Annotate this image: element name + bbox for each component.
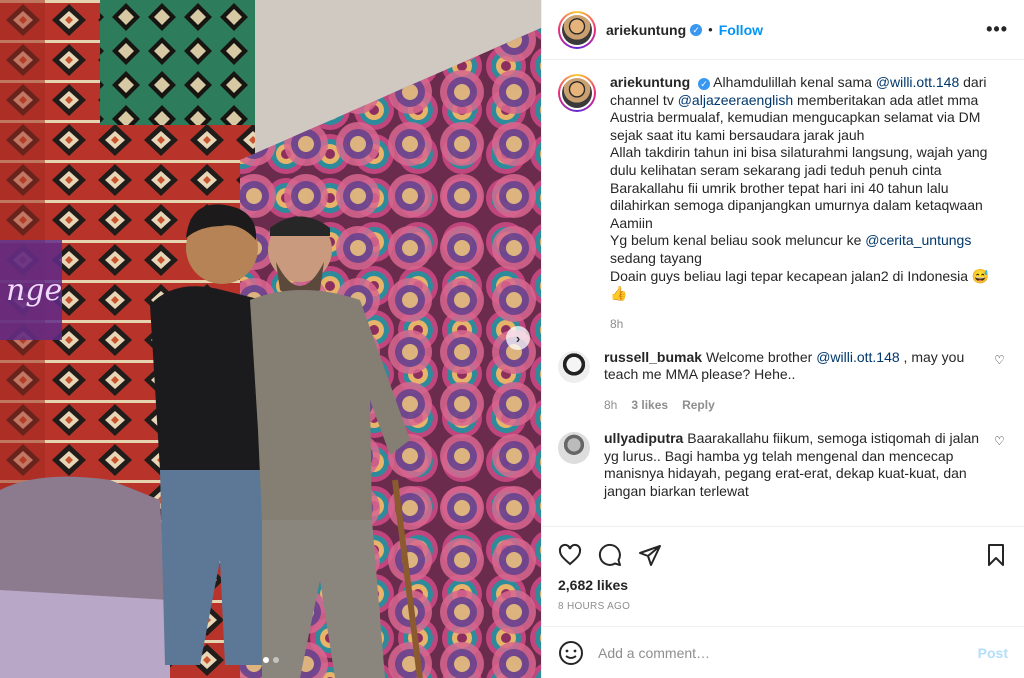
verified-icon: ✓ — [698, 78, 711, 90]
svg-text:nge: nge — [6, 273, 62, 308]
author-avatar[interactable] — [558, 10, 596, 49]
commenter-username[interactable]: ullyadiputra — [604, 430, 683, 446]
likes-count[interactable]: 2,682 likes — [558, 577, 1008, 593]
share-icon[interactable] — [638, 535, 678, 575]
reply-button[interactable]: Reply — [682, 398, 715, 412]
action-icons — [558, 535, 1008, 575]
more-icon[interactable]: ••• — [986, 19, 1008, 40]
caption-meta: 8h — [610, 317, 1008, 331]
comment-text: russell_bumak Welcome brother @willi.ott… — [604, 349, 980, 384]
emoji-icon[interactable] — [558, 640, 584, 666]
comment-item: russell_bumak Welcome brother @willi.ott… — [558, 349, 1008, 412]
comments-list[interactable]: ariekuntung ✓ Alhamdulillah kenal sama @… — [542, 60, 1024, 526]
caption-paragraph: Barakallahu fii umrik brother tepat hari… — [610, 179, 983, 231]
comment-meta: 8h 3 likes Reply — [604, 398, 980, 412]
post-viewer: nge › ariekuntung ✓ • Follow ••• ariekun… — [0, 0, 1024, 678]
comment-input[interactable] — [598, 644, 978, 661]
post-photo[interactable]: nge › — [0, 0, 541, 678]
comment-item: ullyadiputra Baarakallahu fiikum, semoga… — [558, 430, 1008, 500]
heart-icon[interactable] — [558, 535, 598, 575]
carousel-dot — [262, 657, 269, 663]
commenter-avatar[interactable] — [558, 350, 590, 383]
author-username[interactable]: ariekuntung — [606, 22, 686, 38]
mention-link[interactable]: @aljazeeraenglish — [678, 92, 793, 108]
caption-username[interactable]: ariekuntung — [610, 74, 690, 90]
verified-icon: ✓ — [690, 23, 703, 36]
caption-text: ariekuntung ✓ Alhamdulillah kenal sama @… — [610, 74, 1008, 303]
caption-paragraph: Yg belum kenal beliau sook meluncur ke @… — [610, 232, 1008, 267]
caption-segment: Alhamdulillah kenal sama — [713, 74, 876, 90]
separator: • — [708, 22, 713, 37]
carousel-indicator — [0, 657, 541, 663]
add-comment-bar: Post — [542, 626, 1024, 678]
caption-time[interactable]: 8h — [610, 317, 623, 331]
mention-link[interactable]: @cerita_untungs — [865, 232, 971, 248]
post-header: ariekuntung ✓ • Follow ••• — [542, 0, 1024, 60]
mention-link[interactable]: @willi.ott.148 — [816, 349, 899, 365]
post-side-panel: ariekuntung ✓ • Follow ••• ariekuntung ✓… — [541, 0, 1024, 678]
mention-link[interactable]: @willi.ott.148 — [876, 74, 959, 90]
commenter-username[interactable]: russell_bumak — [604, 349, 702, 365]
caption-paragraph: Doain guys beliau lagi tepar kecapean ja… — [610, 267, 990, 302]
comment-time[interactable]: 8h — [604, 398, 617, 412]
caption-segment: Yg belum kenal beliau sook meluncur ke — [610, 232, 866, 249]
caption-segment: sedang tayang — [610, 249, 702, 266]
follow-button[interactable]: Follow — [719, 22, 763, 38]
post-timestamp: 8 HOURS AGO — [558, 601, 631, 612]
bookmark-icon[interactable] — [984, 535, 1008, 575]
post-comment-button[interactable]: Post — [978, 645, 1008, 661]
comment-likes[interactable]: 3 likes — [631, 398, 668, 412]
photo-illustration: nge — [0, 0, 541, 678]
caption-author-avatar[interactable] — [558, 74, 596, 112]
caption-row: ariekuntung ✓ Alhamdulillah kenal sama @… — [558, 74, 1008, 331]
comment-text: ullyadiputra Baarakallahu fiikum, semoga… — [604, 430, 980, 500]
carousel-dot — [272, 657, 279, 663]
caption-paragraph: Allah takdirin tahun ini bisa silaturahm… — [610, 144, 988, 178]
heart-icon[interactable]: ♡ — [994, 353, 1008, 412]
comment-icon[interactable] — [598, 535, 638, 575]
post-actions: 2,682 likes 8 HOURS AGO — [542, 526, 1024, 626]
heart-icon[interactable]: ♡ — [994, 434, 1008, 500]
comment-segment: Welcome brother — [705, 348, 817, 365]
commenter-avatar[interactable] — [558, 431, 590, 464]
chevron-right-icon[interactable]: › — [506, 326, 530, 350]
